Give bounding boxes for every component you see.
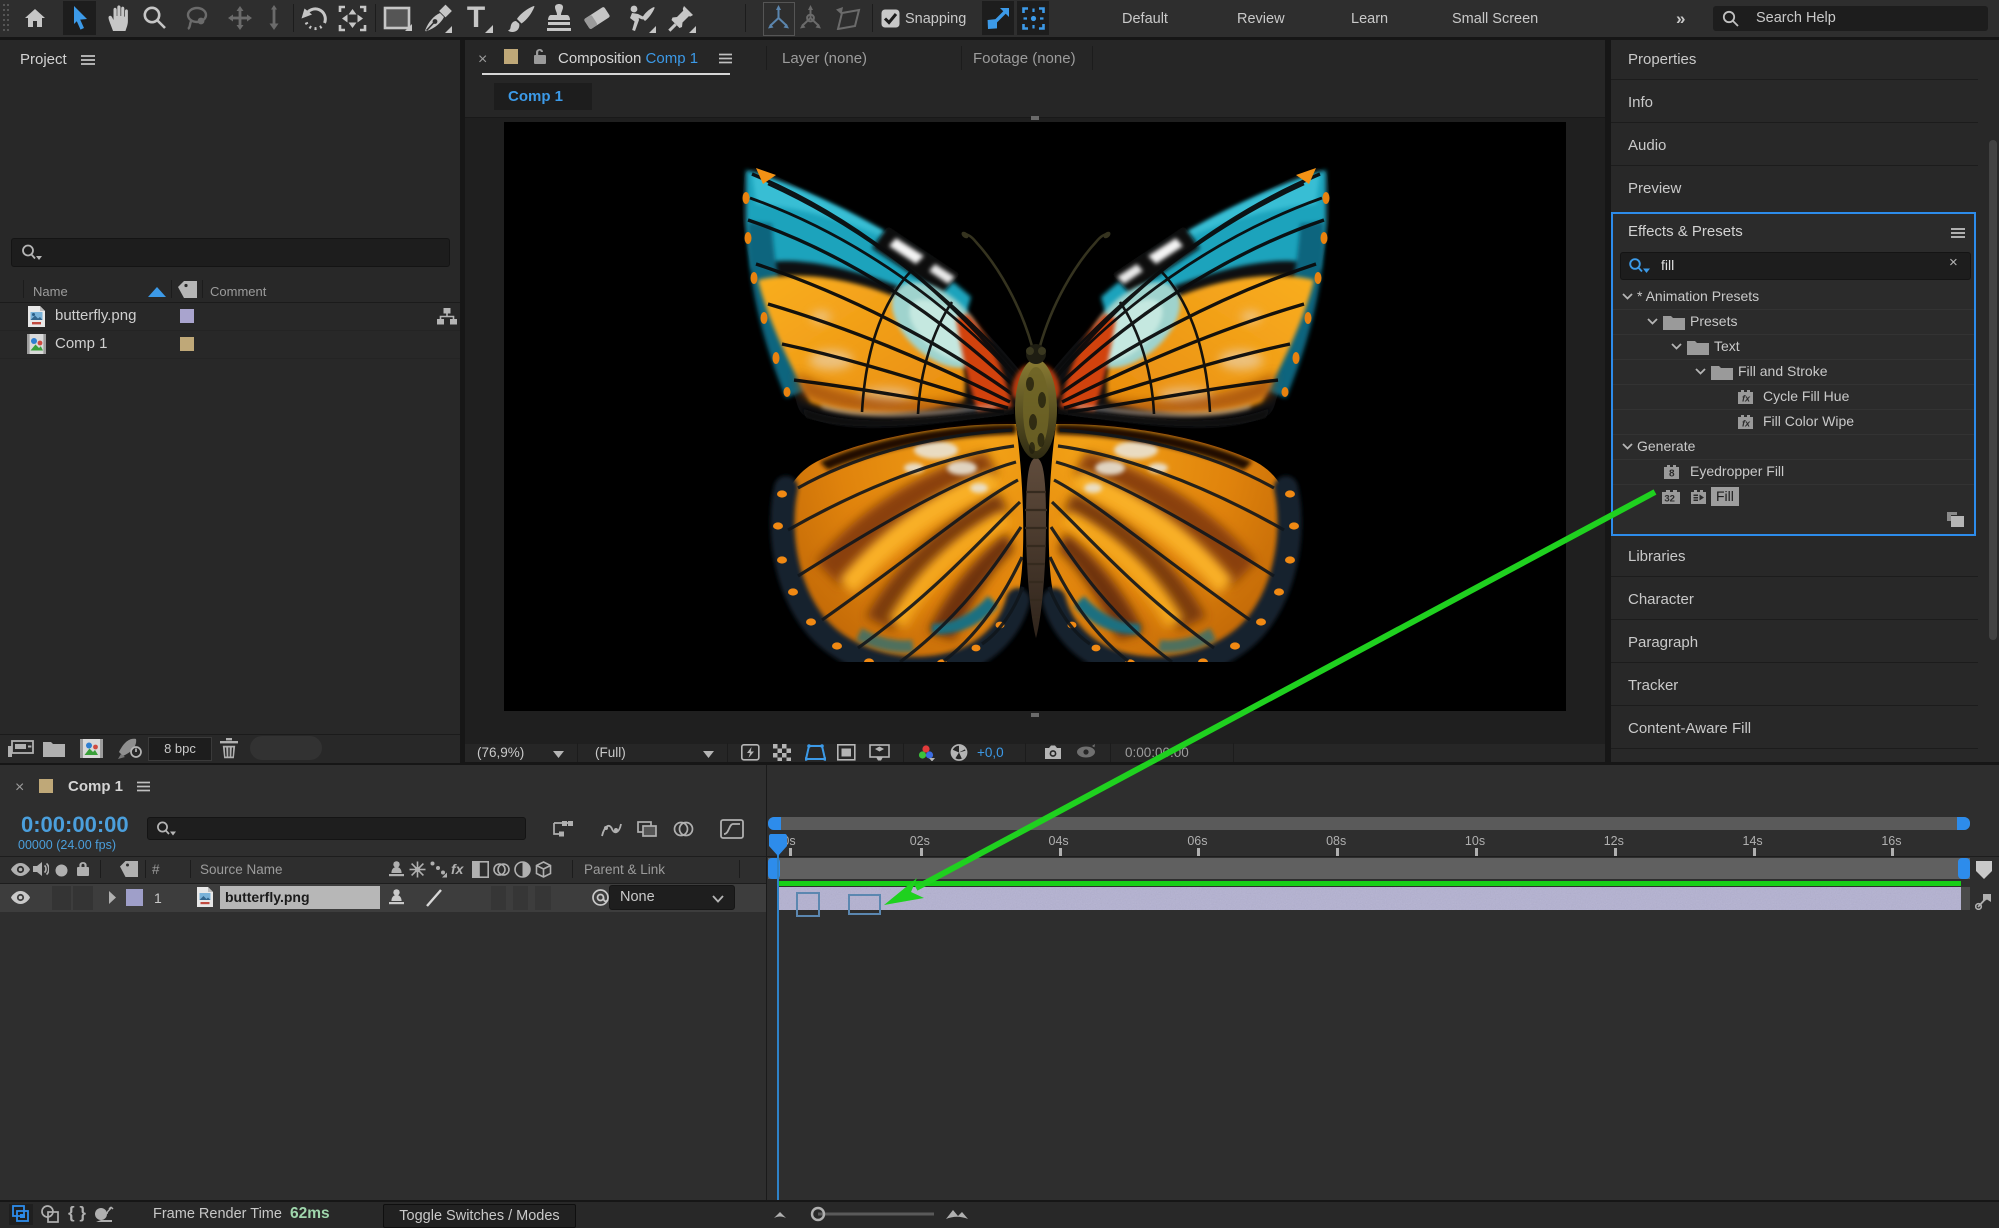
svg-text:32: 32	[1664, 494, 1675, 505]
svg-text:fx: fx	[1742, 394, 1751, 404]
svg-text:fx: fx	[1742, 419, 1751, 429]
svg-text:8: 8	[1669, 469, 1675, 480]
